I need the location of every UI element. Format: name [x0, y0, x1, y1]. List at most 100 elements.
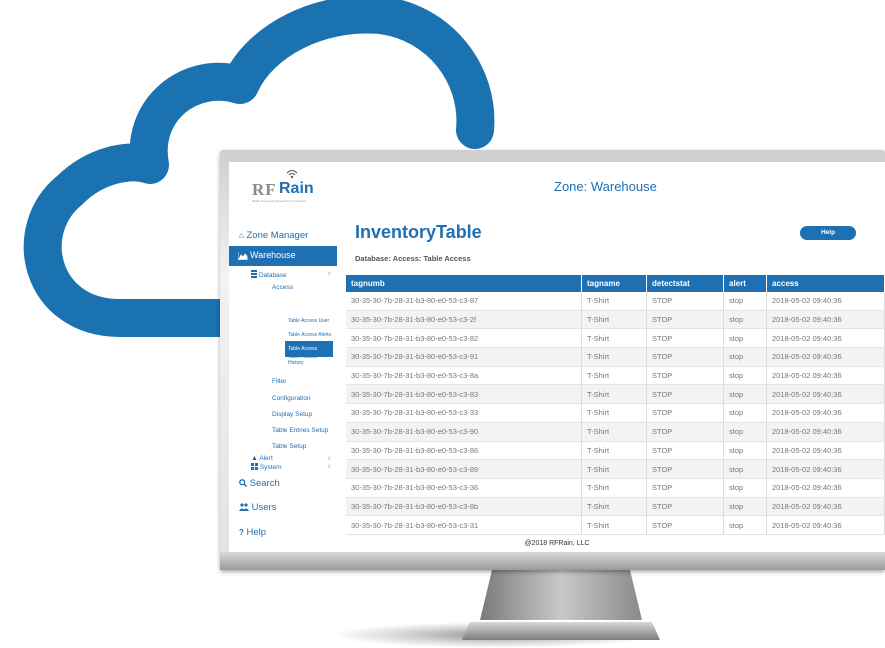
- cell-tagname: T-Shirt: [581, 384, 647, 405]
- cell-tagname: T-Shirt: [581, 403, 647, 423]
- table-row[interactable]: 30-35-30-7b-28-31-b3-80-e0-53-c3-2f T-Shi…: [346, 310, 885, 330]
- sidebar-item-label: Warehouse: [250, 250, 296, 260]
- sidebar-item-table-access-user[interactable]: Table Access User: [288, 318, 329, 324]
- cell-detectstat: STOP: [646, 347, 724, 367]
- cell-tagnumb: 30-35-30-7b-28-31-b3-80-e0-53-c3-83: [346, 384, 582, 405]
- sidebar-item-label: Help: [246, 527, 267, 538]
- table-row[interactable]: 30-35-30-7b-28-31-b3-80-e0-53-c3-91 T-Shi…: [346, 347, 885, 367]
- cell-tagname: T-Shirt: [581, 497, 647, 517]
- table-row[interactable]: 30-35-30-7b-28-31-b3-80-e0-53-c3-33 T-Shi…: [346, 403, 885, 423]
- cell-tagnumb: 30-35-30-7b-28-31-b3-80-e0-53-c3-89: [346, 459, 582, 479]
- cell-alert: stop: [723, 366, 767, 386]
- cell-detectstat: STOP: [646, 478, 724, 498]
- column-header-tagname[interactable]: tagname: [581, 275, 647, 292]
- cell-access: 2018-05-02 09:40:36: [766, 515, 885, 535]
- cell-detectstat: STOP: [646, 441, 724, 461]
- chevron-down-icon: ∨: [327, 271, 332, 277]
- cell-tagnumb: 30-35-30-7b-28-31-b3-80-e0-53-c3-36: [346, 478, 582, 498]
- table-row[interactable]: 30-35-30-7b-28-31-b3-80-e0-53-c3-82 T-Shi…: [346, 328, 885, 349]
- cell-access: 2018-05-02 09:40:36: [766, 441, 885, 461]
- cell-access: 2018-05-02 09:40:36: [766, 366, 885, 386]
- cell-access: 2018-05-02 09:40:36: [766, 292, 885, 311]
- cell-tagname: T-Shirt: [581, 459, 647, 479]
- cell-alert: stop: [723, 310, 767, 330]
- cell-detectstat: STOP: [646, 384, 724, 405]
- cell-alert: stop: [723, 497, 767, 517]
- cell-detectstat: STOP: [646, 310, 724, 330]
- top-bar: RF Rain Radio Frequency Research & Innov…: [229, 162, 885, 211]
- chevron-down-icon: ∨: [327, 464, 332, 470]
- column-header-alert[interactable]: alert: [723, 275, 767, 292]
- wifi-icon: [286, 170, 298, 179]
- sidebar-item-search[interactable]: Search: [239, 478, 280, 489]
- table-row[interactable]: 30-35-30-7b-28-31-b3-80-e0-53-c3-8b T-Shi…: [346, 497, 885, 517]
- sidebar-item-database[interactable]: Database: [251, 270, 287, 279]
- sidebar-item-table-access-history[interactable]: Table Access History: [288, 354, 332, 366]
- sidebar-item-warehouse[interactable]: Warehouse: [229, 246, 337, 266]
- home-icon: ⌂: [239, 231, 244, 240]
- table-row[interactable]: 30-35-30-7b-28-31-b3-80-e0-53-c3-36 T-Shi…: [346, 478, 885, 498]
- column-header-detectstat[interactable]: detectstat: [646, 275, 724, 292]
- cell-access: 2018-05-02 09:40:36: [766, 347, 885, 367]
- footer-copyright: @2018 RFRain, LLC: [524, 540, 590, 547]
- cell-access: 2018-05-02 09:40:36: [766, 384, 885, 405]
- logo-rf: RF: [252, 180, 277, 199]
- rfrain-logo[interactable]: RF Rain Radio Frequency Research & Innov…: [249, 168, 319, 204]
- help-button[interactable]: Help: [800, 226, 856, 240]
- sidebar-item-display-setup[interactable]: Display Setup: [272, 411, 312, 418]
- users-icon: [239, 503, 249, 511]
- sidebar-item-users[interactable]: Users: [239, 502, 276, 513]
- sidebar-item-help[interactable]: ? Help: [239, 527, 266, 538]
- table-row[interactable]: 30-35-30-7b-28-31-b3-80-e0-53-c3-31 T-Shi…: [346, 515, 885, 535]
- column-header-access[interactable]: access: [766, 275, 885, 292]
- cell-tagname: T-Shirt: [581, 328, 647, 349]
- column-header-tagnumb[interactable]: tagnumb: [346, 275, 582, 292]
- cell-tagnumb: 30-35-30-7b-28-31-b3-80-e0-53-c3-8b: [346, 497, 582, 517]
- database-icon: [251, 270, 257, 278]
- sidebar-item-zone-manager[interactable]: ⌂ Zone Manager: [239, 230, 308, 241]
- breadcrumb: Database: Access: Table Access: [355, 254, 471, 263]
- table-row[interactable]: 30-35-30-7b-28-31-b3-80-e0-53-c3-86 T-Shi…: [346, 441, 885, 461]
- sidebar-item-label: Zone Manager: [246, 230, 309, 241]
- windows-icon: [251, 463, 258, 470]
- cell-detectstat: STOP: [646, 328, 724, 349]
- cell-access: 2018-05-02 09:40:36: [766, 422, 885, 442]
- sidebar-item-configuration[interactable]: Configuration: [272, 395, 311, 402]
- sidebar-item-label: Table Access: [288, 346, 318, 352]
- table-row[interactable]: 30-35-30-7b-28-31-b3-80-e0-53-c3-8a T-Shi…: [346, 366, 885, 386]
- table-row[interactable]: 30-35-30-7b-28-31-b3-80-e0-53-c3-90 T-Shi…: [346, 422, 885, 442]
- cell-detectstat: STOP: [646, 366, 724, 386]
- table-row[interactable]: 30-35-30-7b-28-31-b3-80-e0-53-c3-87 T-Shi…: [346, 292, 885, 311]
- sidebar-item-table-access-alerts[interactable]: Table Access Alerts: [288, 332, 332, 338]
- sidebar-item-label: System: [259, 464, 282, 471]
- cell-tagnumb: 30-35-30-7b-28-31-b3-80-e0-53-c3-87: [346, 292, 582, 311]
- sidebar-item-filter[interactable]: Filter: [272, 378, 286, 385]
- cell-tagnumb: 30-35-30-7b-28-31-b3-80-e0-53-c3-86: [346, 441, 582, 461]
- table-row[interactable]: 30-35-30-7b-28-31-b3-80-e0-53-c3-89 T-Shi…: [346, 459, 885, 479]
- cell-tagnumb: 30-35-30-7b-28-31-b3-80-e0-53-c3-33: [346, 403, 582, 423]
- question-icon: ?: [239, 528, 244, 537]
- sidebar-item-label: Database: [258, 272, 287, 279]
- sidebar-item-system[interactable]: System: [251, 463, 281, 471]
- sidebar-item-alert[interactable]: ▲ Alert: [251, 455, 273, 462]
- cell-detectstat: STOP: [646, 515, 724, 535]
- table-row[interactable]: 30-35-30-7b-28-31-b3-80-e0-53-c3-83 T-Shi…: [346, 384, 885, 405]
- cell-alert: stop: [723, 384, 767, 405]
- sidebar-item-access[interactable]: Access: [272, 284, 293, 291]
- sidebar-item-table-entries-setup[interactable]: Table Entries Setup: [272, 427, 328, 434]
- chevron-down-icon: ∨: [327, 456, 332, 462]
- warehouse-icon: [238, 252, 248, 260]
- cell-access: 2018-05-02 09:40:36: [766, 459, 885, 479]
- cell-tagnumb: 30-35-30-7b-28-31-b3-80-e0-53-c3-2f: [346, 310, 582, 330]
- logo-rain: Rain: [279, 180, 314, 197]
- cell-tagname: T-Shirt: [581, 310, 647, 330]
- sidebar-item-table-setup[interactable]: Table Setup: [272, 443, 306, 450]
- table-header-row: tagnumb tagname detectstat alert access: [346, 275, 885, 292]
- cell-detectstat: STOP: [646, 403, 724, 423]
- cell-access: 2018-05-02 09:40:36: [766, 497, 885, 517]
- app-screen: RF Rain Radio Frequency Research & Innov…: [229, 162, 885, 552]
- cell-detectstat: STOP: [646, 292, 724, 311]
- cell-tagnumb: 30-35-30-7b-28-31-b3-80-e0-53-c3-8a: [346, 366, 582, 386]
- sidebar-item-label: Search: [249, 478, 280, 489]
- bell-icon: ▲: [251, 455, 258, 462]
